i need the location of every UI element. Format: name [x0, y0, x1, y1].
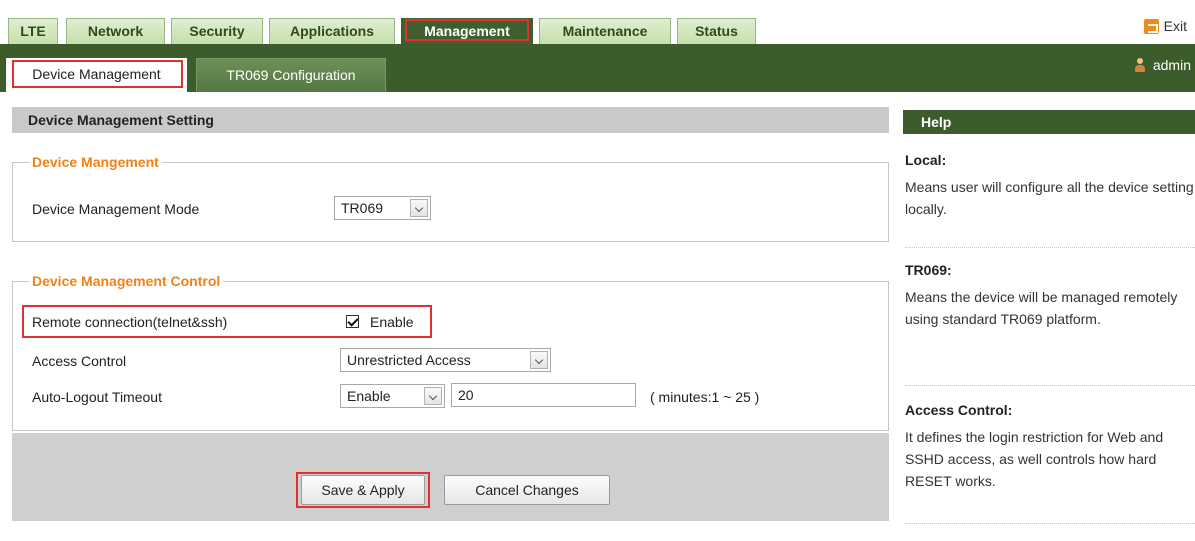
timeout-range-hint: ( minutes:1 ~ 25 ): [650, 389, 760, 405]
subtab-label: TR069 Configuration: [226, 67, 356, 83]
access-control-label: Access Control: [32, 353, 127, 369]
select-value: TR069: [341, 200, 384, 216]
tab-applications[interactable]: Applications: [269, 18, 395, 44]
subtab-device-management[interactable]: Device Management: [6, 58, 187, 92]
help-item-title: Local:: [905, 152, 947, 168]
exit-icon: [1143, 18, 1159, 34]
device-management-group: Device Mangement: [12, 154, 889, 242]
tab-label: Maintenance: [562, 23, 648, 39]
subtab-tr069-configuration[interactable]: TR069 Configuration: [196, 58, 386, 92]
tab-lte[interactable]: LTE: [8, 18, 58, 44]
tab-label: LTE: [20, 23, 46, 39]
tab-maintenance[interactable]: Maintenance: [539, 18, 671, 44]
tab-status[interactable]: Status: [677, 18, 756, 44]
checkbox-label: Enable: [370, 314, 414, 330]
timeout-minutes-input[interactable]: [451, 383, 636, 407]
top-navigation: LTE Network Security Applications Manage…: [0, 0, 1195, 44]
tab-label: Network: [87, 23, 144, 39]
highlight-outline: [405, 19, 529, 41]
auto-logout-label: Auto-Logout Timeout: [32, 389, 162, 405]
chevron-down-icon: [530, 351, 548, 369]
help-item-text: It defines the login restriction for Web…: [905, 429, 1164, 489]
section-title: Device Management Setting: [12, 107, 889, 133]
chevron-down-icon: [410, 199, 428, 217]
save-apply-button[interactable]: Save & Apply: [301, 475, 425, 505]
help-item-local: Local: Means user will configure all the…: [905, 152, 1195, 248]
tab-security[interactable]: Security: [171, 18, 263, 44]
help-item-tr069: TR069: Means the device will be managed …: [905, 262, 1195, 386]
exit-button[interactable]: Exit: [1143, 16, 1187, 36]
tab-management[interactable]: Management: [401, 18, 533, 44]
sub-navigation: Device Management TR069 Configuration ad…: [0, 44, 1195, 92]
remote-connection-checkbox[interactable]: [346, 315, 359, 328]
remote-connection-label: Remote connection(telnet&ssh): [32, 314, 228, 330]
tab-label: Security: [189, 23, 245, 39]
help-item-title: TR069:: [905, 262, 952, 278]
mode-select[interactable]: TR069: [334, 196, 431, 220]
auto-logout-select[interactable]: Enable: [340, 384, 445, 408]
user-icon: [1134, 58, 1145, 72]
help-item-access-control: Access Control: It defines the login res…: [905, 402, 1195, 524]
select-value: Enable: [347, 388, 391, 404]
help-title: Help: [903, 110, 1195, 134]
help-item-text: Means the device will be managed remotel…: [905, 289, 1178, 327]
group-legend: Device Mangement: [32, 154, 159, 170]
tab-label: Applications: [289, 23, 374, 39]
select-value: Unrestricted Access: [347, 352, 471, 368]
tab-network[interactable]: Network: [66, 18, 165, 44]
highlight-outline: [12, 60, 183, 88]
help-item-text: Means user will configure all the device…: [905, 179, 1194, 217]
tab-label: Status: [695, 23, 738, 39]
help-item-title: Access Control:: [905, 402, 1013, 418]
group-legend: Device Management Control: [32, 273, 221, 289]
chevron-down-icon: [424, 387, 442, 405]
access-control-select[interactable]: Unrestricted Access: [340, 348, 551, 372]
user-name: admin: [1152, 57, 1191, 73]
exit-label: Exit: [1163, 18, 1187, 34]
user-indicator: admin: [1134, 57, 1191, 73]
mode-label: Device Management Mode: [32, 201, 200, 217]
cancel-changes-button[interactable]: Cancel Changes: [444, 475, 610, 505]
